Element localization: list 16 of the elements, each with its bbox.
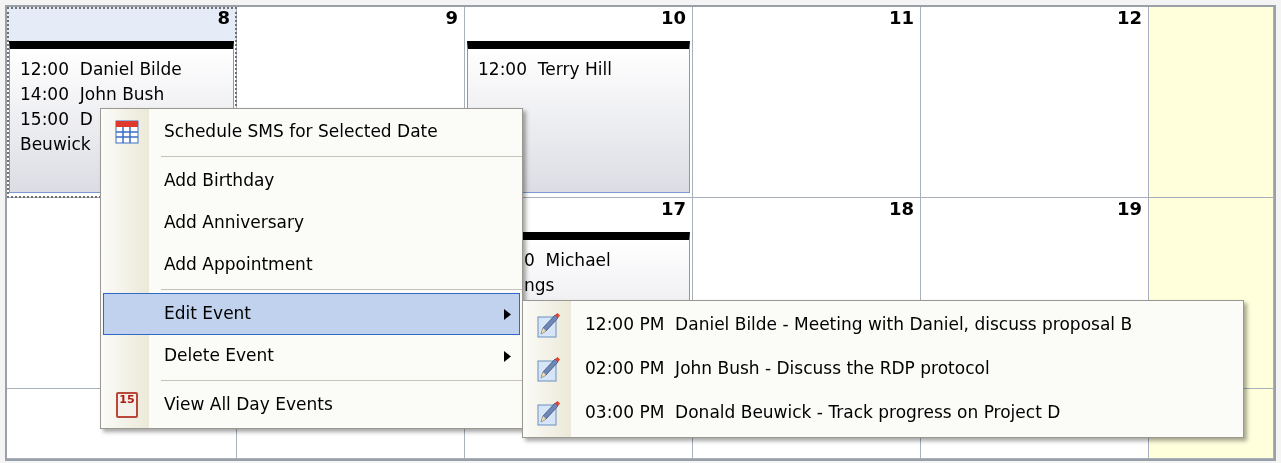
- day-number: 8: [217, 7, 230, 29]
- calendar-day-icon: 15: [116, 392, 138, 418]
- day-number: 11: [888, 7, 914, 29]
- event-text: 12:00 Terry Hill: [477, 58, 612, 81]
- event-text: 12:00 Daniel Bilde: [19, 58, 182, 81]
- day-number: 17: [660, 198, 686, 221]
- event-text: 14:00 John Bush: [19, 83, 165, 106]
- day-number: 18: [888, 198, 914, 221]
- day-number: 12: [1116, 7, 1142, 29]
- day-number: 10: [660, 7, 686, 29]
- event-text: ngs: [523, 274, 555, 298]
- day-number: 9: [445, 7, 458, 29]
- event-text: Beuwick: [19, 133, 91, 156]
- event-text: 15:00 D: [19, 108, 93, 131]
- day-number: 19: [1116, 198, 1142, 221]
- event-text: 0 Michael: [523, 249, 611, 273]
